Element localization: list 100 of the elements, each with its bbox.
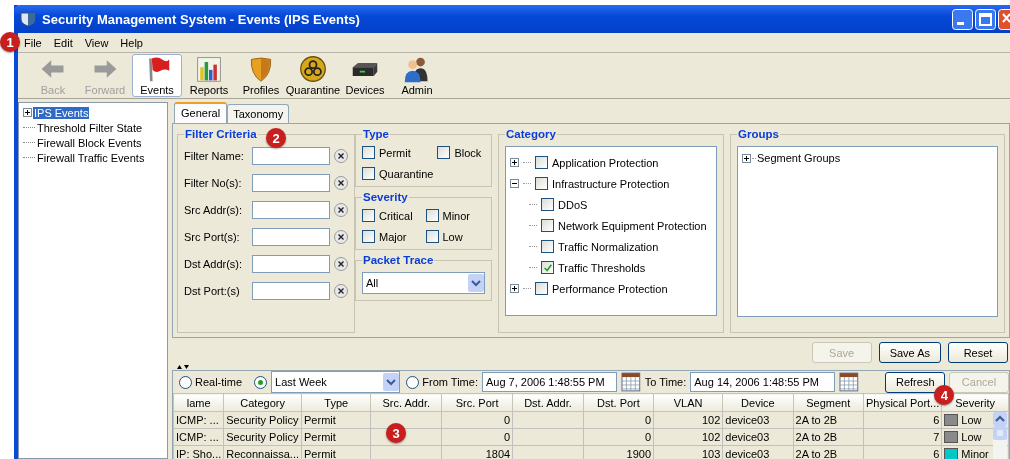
column-header[interactable]: lame (173, 393, 224, 412)
tree-item[interactable]: Performance Protection (552, 282, 668, 295)
checkbox[interactable] (541, 240, 554, 253)
action-button[interactable]: Reset (948, 342, 1008, 363)
checkbox[interactable] (362, 230, 375, 243)
tab[interactable]: General (174, 102, 228, 123)
column-header[interactable]: Dst. Port (583, 393, 654, 412)
tree-item[interactable]: DDoS (558, 198, 588, 211)
checkbox[interactable] (425, 209, 439, 222)
scroll-thumb-icon[interactable] (993, 426, 1007, 440)
radio-button[interactable] (406, 375, 420, 389)
toolbar-button[interactable]: Profiles (236, 54, 286, 97)
checkbox[interactable] (535, 177, 548, 190)
scroll-up-icon[interactable] (993, 412, 1007, 426)
tree-item[interactable]: Network Equipment Protection (558, 219, 707, 232)
column-header[interactable]: Physical Port... (863, 393, 942, 412)
group-title: Category (505, 128, 557, 140)
tree-item[interactable]: Traffic Normalization (558, 240, 659, 253)
column-header[interactable]: VLAN (653, 393, 723, 412)
calendar-icon[interactable] (620, 372, 641, 392)
radio-label: From Time: (422, 376, 478, 388)
radio-button[interactable] (254, 375, 268, 389)
maximize-icon[interactable] (975, 8, 996, 30)
toolbar-button[interactable]: Devices (340, 54, 390, 97)
checkbox-label: Permit (379, 146, 411, 159)
input-field[interactable] (252, 147, 330, 165)
toolbar-button[interactable]: Quarantine (288, 54, 338, 97)
column-header[interactable]: Segment (793, 393, 864, 412)
expand-icon[interactable] (510, 158, 519, 167)
collapse-icon[interactable] (510, 179, 519, 188)
menu-item[interactable]: Help (114, 36, 149, 49)
checkbox[interactable] (437, 146, 451, 159)
input-field[interactable] (252, 255, 330, 273)
column-header[interactable]: Type (301, 393, 371, 412)
callout-marker: 3 (386, 423, 406, 443)
expand-icon[interactable] (510, 284, 519, 293)
table-cell: 7 (863, 428, 942, 446)
action-button[interactable]: Save As (878, 342, 941, 363)
column-header[interactable]: Src. Port (441, 393, 513, 412)
clear-icon[interactable] (334, 203, 348, 217)
clear-icon[interactable] (334, 257, 348, 271)
splitter-arrows-icon[interactable] (176, 364, 190, 370)
radio-button[interactable] (179, 375, 192, 389)
expand-icon[interactable] (742, 153, 751, 163)
column-header[interactable]: Device (722, 393, 794, 412)
checkbox[interactable] (362, 146, 375, 159)
tree-item[interactable]: Application Protection (552, 156, 659, 169)
column-header[interactable]: Dst. Addr. (512, 393, 584, 412)
shield-icon (20, 11, 36, 27)
group-title: Packet Trace (362, 254, 435, 266)
checkbox[interactable] (535, 282, 548, 295)
tree-item[interactable]: Threshold Filter State (36, 121, 144, 134)
clear-icon[interactable] (334, 149, 348, 163)
checkbox[interactable] (362, 167, 375, 180)
close-icon[interactable] (998, 8, 1010, 30)
menu-item[interactable]: Edit (47, 36, 79, 49)
clear-icon[interactable] (334, 176, 348, 190)
input-field[interactable] (252, 174, 330, 192)
checkbox[interactable] (541, 198, 554, 211)
checkbox[interactable] (535, 156, 548, 169)
checkbox[interactable] (541, 219, 554, 232)
clear-icon[interactable] (334, 230, 348, 244)
menu-item[interactable]: File (18, 36, 48, 49)
field-label: Dst Port:(s) (184, 285, 241, 297)
calendar-icon[interactable] (839, 372, 859, 392)
menu-item[interactable]: View (78, 36, 115, 49)
table-cell: 6 (863, 411, 942, 429)
tree-item[interactable]: Firewall Traffic Events (36, 151, 146, 164)
checkbox[interactable] (362, 209, 375, 222)
toolbar-button[interactable]: Events (132, 54, 182, 97)
tree-item[interactable]: IPS Events (33, 106, 90, 119)
dropdown[interactable]: All (362, 272, 485, 294)
callout-marker: 2 (266, 128, 286, 148)
column-header[interactable]: Src. Addr. (370, 393, 442, 412)
checkbox[interactable] (425, 230, 439, 243)
column-header[interactable]: Category (223, 393, 302, 412)
minimize-icon[interactable] (952, 8, 973, 30)
checkbox-label: Minor (442, 209, 470, 222)
group-title: Groups (737, 128, 780, 140)
toolbar-button[interactable]: Admin (392, 54, 442, 97)
date-field[interactable]: Aug 14, 2006 1:48:55 PM (690, 372, 836, 392)
expand-icon[interactable] (23, 108, 32, 117)
table-cell: Security Policy (223, 411, 302, 429)
input-field[interactable] (252, 228, 330, 246)
dropdown[interactable]: Last Week (271, 371, 401, 393)
input-field[interactable] (252, 201, 330, 219)
tree-item[interactable]: Segment Groups (757, 152, 841, 164)
table-cell: 0 (441, 428, 513, 446)
tree-item[interactable]: Traffic Thresholds (558, 261, 646, 274)
group-title: Filter Criteria (184, 128, 258, 140)
checkbox[interactable] (541, 261, 554, 274)
table-cell: 0 (441, 411, 513, 429)
clear-icon[interactable] (334, 284, 348, 298)
table-cell: 0 (583, 428, 654, 446)
tree-item[interactable]: Firewall Block Events (36, 136, 143, 149)
tree-item[interactable]: Infrastructure Protection (552, 177, 670, 190)
toolbar-button[interactable]: Reports (184, 54, 234, 97)
tab[interactable]: Taxonomy (227, 104, 290, 123)
input-field[interactable] (252, 282, 330, 300)
date-field[interactable]: Aug 7, 2006 1:48:55 PM (481, 372, 617, 392)
